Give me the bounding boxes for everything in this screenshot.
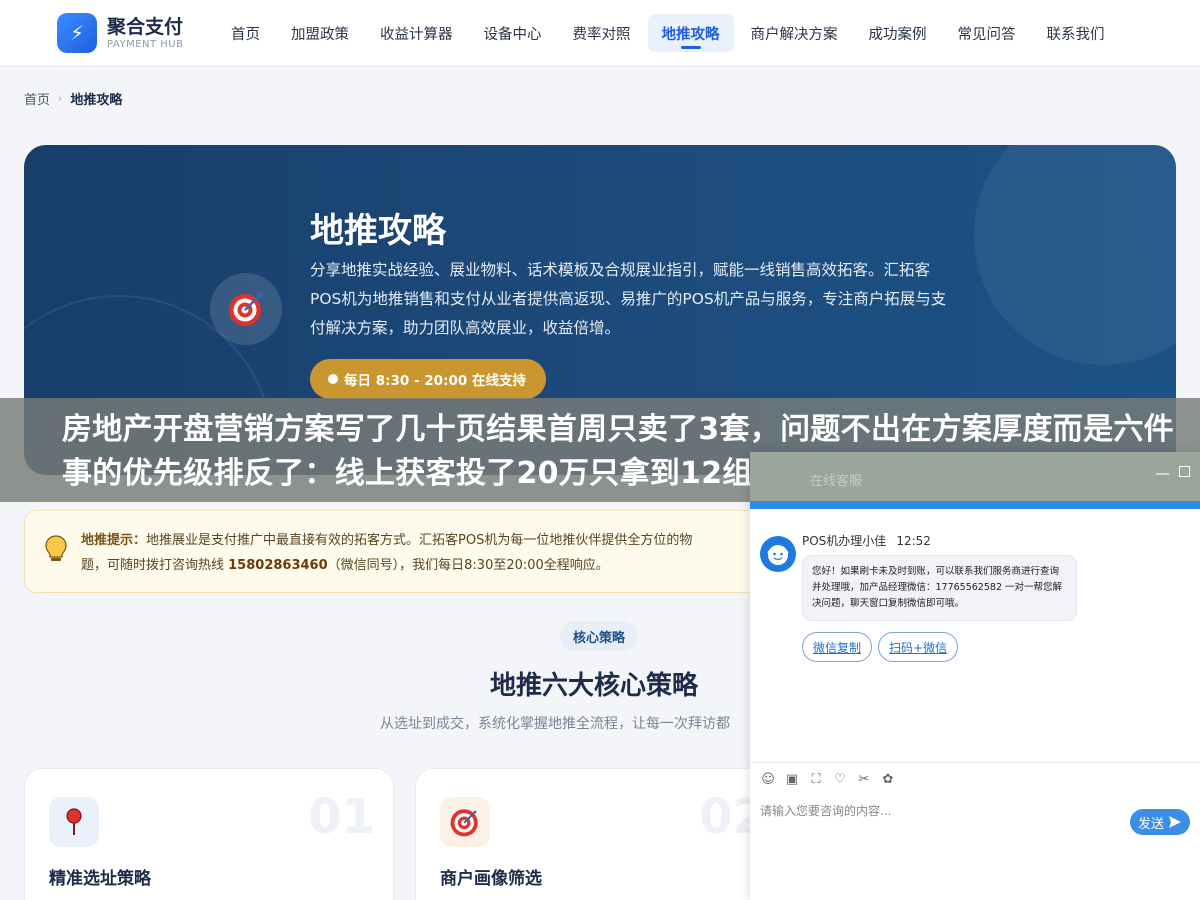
- nav-rates[interactable]: 费率对照: [559, 14, 645, 52]
- page-title: 地推攻略: [310, 211, 446, 251]
- nav-contact[interactable]: 联系我们: [1033, 14, 1119, 52]
- section-title: 地推六大核心策略: [490, 671, 699, 701]
- divider: [750, 762, 1200, 763]
- tip-body-3: （微信同号），我们每日8:30至20:00全程响应。: [327, 558, 609, 573]
- nav-home[interactable]: 首页: [217, 14, 274, 52]
- status-dot-icon: [328, 374, 338, 384]
- agent-avatar: [760, 536, 796, 572]
- tip-body: 地推展业是支付推广中最直接有效的拓客方式。汇拓客POS机为每一位地推伙伴提供全方…: [146, 533, 693, 548]
- strategy-card[interactable]: 01 精准选址策略: [24, 768, 394, 900]
- copy-wechat-button[interactable]: 微信复制: [802, 632, 873, 662]
- quick-actions: 微信复制 扫码+微信: [802, 632, 964, 662]
- chat-header-title: 在线客服: [810, 474, 863, 489]
- favorite-icon[interactable]: ♡: [832, 772, 848, 788]
- message-time: 12:52: [896, 534, 931, 548]
- screenshot-icon[interactable]: ⛶: [808, 772, 824, 788]
- brand-subtitle: PAYMENT HUB: [107, 38, 184, 50]
- tip-text: 地推提示：地推展业是支付推广中最直接有效的拓客方式。汇拓客POS机为每一位地推伙…: [81, 528, 781, 578]
- support-hours-badge: 每日 8:30 - 20:00 在线支持: [310, 359, 546, 399]
- brand-name: 聚合支付: [107, 15, 184, 38]
- nav-ground-guide[interactable]: 地推攻略: [647, 14, 734, 52]
- tip-body-2: 题，可随时拨打咨询热线: [81, 558, 229, 573]
- chat-window: 在线客服 — POS机办理小佳 12:52 您好！如果刷卡未及时到账，可以联系我们…: [750, 452, 1200, 900]
- tip-label: 地推提示：: [81, 533, 147, 548]
- main-nav: 首页 加盟政策 收益计算器 设备中心 费率对照 地推攻略 商户解决方案 成功案例…: [217, 14, 1122, 52]
- lightbulb-icon: [45, 535, 67, 567]
- hotline-number[interactable]: 15802863460: [228, 558, 328, 573]
- chat-message-input[interactable]: [760, 800, 1120, 822]
- breadcrumb-current: 地推攻略: [70, 93, 123, 108]
- nav-faq[interactable]: 常见问答: [944, 14, 1030, 52]
- send-label: 发送: [1137, 816, 1164, 832]
- send-icon: [1169, 816, 1181, 828]
- emoji-icon[interactable]: ☺: [760, 772, 776, 788]
- nav-cases[interactable]: 成功案例: [855, 14, 941, 52]
- chat-toolbar: ☺ ▣ ⛶ ♡ ✂ ✿: [760, 772, 904, 788]
- breadcrumb-home[interactable]: 首页: [24, 89, 50, 108]
- breadcrumb: 首页 › 地推攻略: [24, 89, 122, 108]
- support-hours-text: 每日 8:30 - 20:00 在线支持: [344, 373, 526, 389]
- strategy-card[interactable]: 02 商户画像筛选: [415, 768, 785, 900]
- pin-icon: [49, 797, 99, 847]
- card-number: 01: [308, 789, 375, 845]
- message-bubble: 您好！如果刷卡未及时到账，可以联系我们服务商进行查询并处理哦，加产品经理微信：1…: [802, 555, 1077, 621]
- agent-name: POS机办理小佳: [802, 534, 887, 548]
- decorative-circle: [974, 145, 1176, 365]
- message-meta: POS机办理小佳 12:52: [802, 532, 931, 549]
- chat-header: 在线客服 —: [750, 452, 1200, 501]
- target-icon: [210, 273, 282, 345]
- nav-solutions[interactable]: 商户解决方案: [737, 14, 852, 52]
- chat-accent-bar: [750, 501, 1200, 509]
- brand-logo[interactable]: ⚡ 聚合支付 PAYMENT HUB: [57, 13, 183, 53]
- nav-franchise[interactable]: 加盟政策: [277, 14, 363, 52]
- minimize-icon[interactable]: —: [1155, 464, 1170, 482]
- lightning-icon: ⚡: [57, 13, 97, 53]
- tip-box: 地推提示：地推展业是支付推广中最直接有效的拓客方式。汇拓客POS机为每一位地推伙…: [24, 510, 784, 593]
- scissors-icon[interactable]: ✂: [856, 772, 872, 788]
- send-button[interactable]: 发送: [1130, 809, 1190, 835]
- nav-devices[interactable]: 设备中心: [470, 14, 556, 52]
- breadcrumb-separator: ›: [58, 92, 63, 105]
- image-icon[interactable]: ▣: [784, 772, 800, 788]
- more-icon[interactable]: ✿: [880, 772, 896, 788]
- nav-calculator[interactable]: 收益计算器: [366, 14, 467, 52]
- card-title: 精准选址策略: [49, 869, 151, 889]
- maximize-icon[interactable]: [1179, 466, 1190, 477]
- target-icon: [440, 797, 490, 847]
- section-tag: 核心策略: [560, 621, 639, 651]
- scan-wechat-button[interactable]: 扫码+微信: [878, 632, 959, 662]
- card-title: 商户画像筛选: [440, 869, 542, 889]
- hero-description: 分享地推实战经验、展业物料、话术模板及合规展业指引，赋能一线销售高效拓客。汇拓客…: [310, 261, 947, 337]
- top-header: ⚡ 聚合支付 PAYMENT HUB 首页 加盟政策 收益计算器 设备中心 费率…: [0, 0, 1200, 67]
- section-description: 从选址到成交，系统化掌握地推全流程，让每一次拜访都: [380, 716, 730, 732]
